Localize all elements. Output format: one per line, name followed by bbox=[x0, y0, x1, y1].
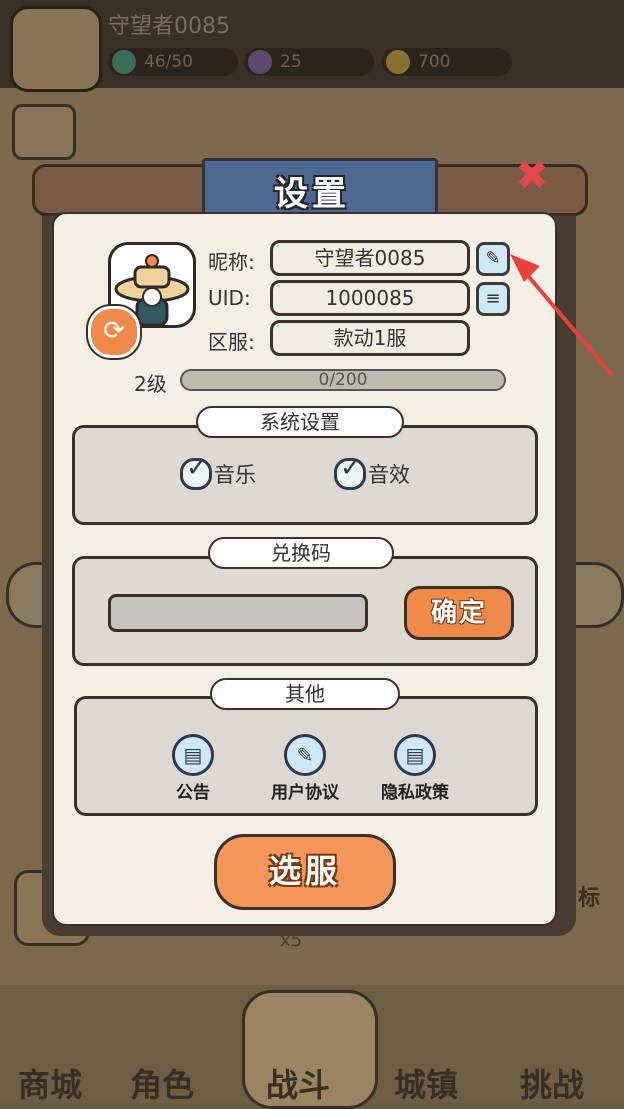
player-name: 守望者0085 bbox=[108, 14, 230, 39]
select-server-button[interactable]: 选服 bbox=[214, 834, 396, 910]
crystal-icon bbox=[248, 50, 272, 74]
music-label: 音乐 bbox=[214, 463, 256, 487]
uid-label: UID: bbox=[208, 286, 251, 310]
music-checkbox[interactable]: 音乐 bbox=[180, 453, 256, 490]
redeem-title: 兑换码 bbox=[208, 537, 394, 569]
refresh-icon: ⟳ bbox=[103, 316, 125, 346]
agreement-icon: ✎ bbox=[284, 734, 326, 776]
gem-icon bbox=[112, 50, 136, 74]
user-agreement-button[interactable]: ✎ 用户协议 bbox=[260, 734, 350, 803]
notice-button[interactable]: ▤ 公告 bbox=[148, 734, 238, 803]
redeem-code-input[interactable] bbox=[108, 594, 368, 632]
tab-character[interactable]: 角色 bbox=[130, 1060, 194, 1106]
tab-shop[interactable]: 商城 bbox=[18, 1060, 82, 1106]
checkmark-icon bbox=[180, 453, 212, 490]
sfx-label: 音效 bbox=[368, 463, 410, 487]
close-icon[interactable]: ✖ bbox=[512, 156, 552, 196]
mail-button[interactable] bbox=[12, 104, 76, 160]
change-avatar-button[interactable]: ⟳ bbox=[88, 306, 140, 358]
checkmark-icon bbox=[334, 453, 366, 490]
tab-challenge[interactable]: 挑战 bbox=[520, 1060, 584, 1106]
exp-text: 0/200 bbox=[318, 370, 368, 390]
privacy-icon: ▤ bbox=[394, 734, 436, 776]
privacy-policy-button[interactable]: ▤ 隐私政策 bbox=[370, 734, 460, 803]
server-label: 区服: bbox=[208, 330, 255, 354]
server-field: 款动1服 bbox=[270, 320, 470, 356]
confirm-button[interactable]: 确定 bbox=[404, 586, 514, 640]
sfx-checkbox[interactable]: 音效 bbox=[334, 453, 410, 490]
other-title: 其他 bbox=[210, 678, 400, 710]
nickname-field: 守望者0085 bbox=[270, 240, 470, 276]
exp-progress-bar: 0/200 bbox=[180, 369, 506, 391]
resource-gems: 46/50 bbox=[108, 48, 238, 76]
tab-battle[interactable]: 战斗 bbox=[266, 1060, 330, 1106]
notice-icon: ▤ bbox=[172, 734, 214, 776]
resource-crystals: 25 bbox=[244, 48, 374, 76]
coin-icon bbox=[386, 50, 410, 74]
privacy-policy-label: 隐私政策 bbox=[381, 783, 449, 803]
level-label: 2级 bbox=[134, 372, 167, 396]
annotation-arrow-icon bbox=[510, 254, 614, 377]
uid-field: 1000085 bbox=[270, 280, 470, 316]
system-settings-section bbox=[72, 425, 538, 525]
nickname-label: 昵称: bbox=[208, 250, 255, 274]
system-settings-title: 系统设置 bbox=[196, 406, 404, 438]
user-agreement-label: 用户协议 bbox=[271, 783, 339, 803]
player-avatar[interactable] bbox=[10, 6, 102, 92]
tab-town[interactable]: 城镇 bbox=[394, 1060, 458, 1106]
resource-coins: 700 bbox=[382, 48, 512, 76]
notice-label: 公告 bbox=[176, 783, 210, 803]
